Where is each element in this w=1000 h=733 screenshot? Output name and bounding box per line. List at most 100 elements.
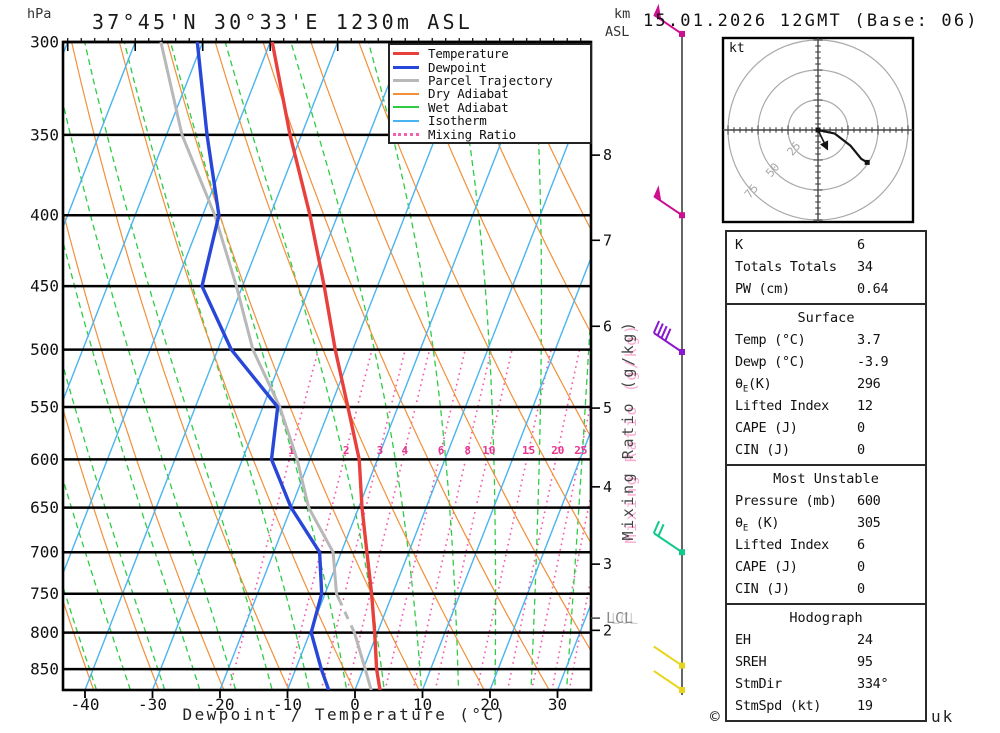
svg-text:25: 25 <box>574 444 587 457</box>
legend-item: Isotherm <box>393 113 590 128</box>
table-row: StmDir 334° <box>727 673 925 695</box>
legend: Temperature Dewpoint Parcel Trajectory Dry … <box>388 43 592 144</box>
table-row-label: θE(K) <box>735 376 772 395</box>
table-row: PW (cm) 0.64 <box>727 278 925 300</box>
table-row: θE (K) 305 <box>727 512 925 534</box>
table-row-label: Pressure (mb) <box>735 493 837 509</box>
table-row-value: 24 <box>857 632 873 648</box>
height-axis-ticks: 8765432 <box>591 146 612 639</box>
legend-line-sample <box>393 78 419 82</box>
table-row: CAPE (J) 0 <box>727 417 925 439</box>
table-row-value: 34 <box>857 259 873 275</box>
table-row-label: EH <box>735 632 751 648</box>
mixing-ratio-lines <box>228 348 591 690</box>
table-section-title: Hodograph <box>789 610 863 626</box>
table-row-label: Dewp (°C) <box>735 354 806 370</box>
hodograph-unit-label: kt <box>729 41 745 56</box>
svg-text:2: 2 <box>343 444 350 457</box>
table-row-label: Totals Totals <box>735 259 837 275</box>
table-row-value: 296 <box>857 376 881 392</box>
lcl-marker-label: LCL <box>606 609 634 627</box>
legend-line-sample <box>393 65 419 69</box>
legend-line-sample <box>393 132 419 136</box>
height-axis-unit: km <box>614 6 631 22</box>
table-row-label: Temp (°C) <box>735 332 806 348</box>
svg-text:20: 20 <box>551 444 564 457</box>
table-row-label: CIN (J) <box>735 581 790 597</box>
svg-text:6: 6 <box>603 317 612 335</box>
indices-table: Surface Temp (°C) 3.7 Dewp (°C) -3.9 θE(K) 296… <box>725 303 927 466</box>
svg-text:4: 4 <box>603 478 612 496</box>
table-row-label: SREH <box>735 654 767 670</box>
table-row-label: Lifted Index <box>735 398 829 414</box>
table-row-label: CIN (J) <box>735 442 790 458</box>
legend-item-label: Mixing Ratio <box>428 126 516 142</box>
table-row-value: 12 <box>857 398 873 414</box>
svg-text:750: 750 <box>30 584 59 603</box>
svg-text:7: 7 <box>603 231 612 249</box>
table-row-value: 600 <box>857 493 881 509</box>
svg-text:800: 800 <box>30 623 59 642</box>
table-row-value: 0 <box>857 420 865 436</box>
indices-table: K 6 Totals Totals 34 PW (cm) 0.64 <box>725 230 927 305</box>
svg-text:850: 850 <box>30 660 59 679</box>
table-row-value: 334° <box>857 676 889 692</box>
table-row: SREH 95 <box>727 651 925 673</box>
table-row-label: CAPE (J) <box>735 420 798 436</box>
table-row-label: Lifted Index <box>735 537 829 553</box>
legend-item: Dewpoint <box>393 60 590 75</box>
table-row-value: 6 <box>857 537 865 553</box>
svg-text:5: 5 <box>603 399 612 417</box>
mixing-ratio-axis-title: Mixing Ratio (g/kg) <box>619 319 637 541</box>
run-datetime: 15.01.2026 12GMT (Base: 06) <box>643 11 979 31</box>
table-row: StmSpd (kt) 19 <box>727 695 925 717</box>
table-section-title: Most Unstable <box>773 471 879 487</box>
svg-text:700: 700 <box>30 543 59 562</box>
svg-text:650: 650 <box>30 498 59 517</box>
svg-text:8: 8 <box>603 146 612 164</box>
x-axis-title: Dewpoint / Temperature (°C) <box>182 705 508 724</box>
svg-text:3: 3 <box>603 555 612 573</box>
hodograph: 255075 <box>721 36 915 224</box>
table-row-value: 95 <box>857 654 873 670</box>
wind-barbs <box>652 3 685 695</box>
svg-text:15: 15 <box>522 444 535 457</box>
indices-table: Most Unstable Pressure (mb) 600 θE (K) 305 Li… <box>725 464 927 605</box>
legend-line-sample <box>393 92 419 95</box>
table-row-value: 3.7 <box>857 332 881 348</box>
page-title: 37°45'N 30°33'E 1230m ASL <box>92 10 474 34</box>
svg-text:450: 450 <box>30 277 59 296</box>
svg-text:600: 600 <box>30 450 59 469</box>
height-axis-unit-2: ASL <box>605 24 630 40</box>
svg-text:400: 400 <box>30 206 59 225</box>
table-row-label: CAPE (J) <box>735 559 798 575</box>
svg-text:10: 10 <box>482 444 495 457</box>
sounding-page: -40 -30 -20 -10 0 10 20 30 300 350 400 450 500 550 600… <box>0 0 1000 733</box>
table-row: Lifted Index 12 <box>727 395 925 417</box>
table-row-label: K <box>735 237 743 253</box>
table-row-value: 305 <box>857 515 881 531</box>
table-row: Pressure (mb) 600 <box>727 490 925 512</box>
table-row-value: 0 <box>857 559 865 575</box>
parcel-trajectory-line <box>352 632 373 690</box>
legend-line-sample <box>393 106 419 109</box>
table-row-label: StmSpd (kt) <box>735 698 822 714</box>
svg-text:-30: -30 <box>138 695 167 714</box>
legend-item: Temperature <box>393 46 590 61</box>
svg-text:3: 3 <box>377 444 384 457</box>
table-row: CIN (J) 0 <box>727 578 925 600</box>
table-row-value: -3.9 <box>857 354 889 370</box>
table-row: Lifted Index 6 <box>727 534 925 556</box>
table-row-value: 19 <box>857 698 873 714</box>
svg-text:30: 30 <box>548 695 567 714</box>
svg-text:4: 4 <box>401 444 408 457</box>
legend-item: Mixing Ratio <box>393 126 590 142</box>
pressure-axis-unit: hPa <box>27 6 52 22</box>
table-row: K6 <box>727 234 925 256</box>
table-row-label: StmDir <box>735 676 782 692</box>
legend-item: Dry Adiabat <box>393 86 590 101</box>
table-section-title: Surface <box>797 310 855 326</box>
indices-tables: K 6 Totals Totals 34 PW (cm) 0.64 Surface Temp … <box>725 230 927 722</box>
table-row: EH 24 <box>727 629 925 651</box>
table-row: CAPE (J) 0 <box>727 556 925 578</box>
